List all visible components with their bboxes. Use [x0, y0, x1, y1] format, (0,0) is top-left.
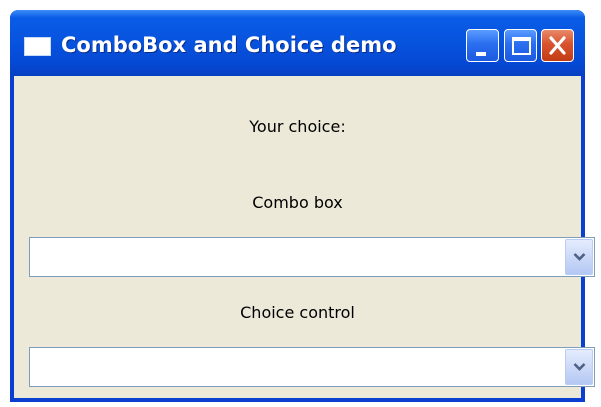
- choice-control[interactable]: [29, 347, 595, 387]
- minimize-button[interactable]: [466, 29, 499, 62]
- chevron-down-icon: [573, 253, 586, 261]
- close-button[interactable]: [541, 29, 574, 62]
- maximize-icon: [512, 37, 531, 55]
- close-icon: [549, 36, 566, 55]
- combo-box-label: Combo box: [252, 193, 343, 212]
- maximize-button[interactable]: [504, 29, 537, 62]
- window-icon[interactable]: [24, 37, 51, 56]
- chevron-down-icon: [573, 363, 586, 371]
- choice-control-label: Choice control: [240, 303, 355, 322]
- minimize-icon: [476, 52, 486, 56]
- title-bar[interactable]: ComboBox and Choice demo: [10, 10, 585, 76]
- combo-box[interactable]: [29, 237, 595, 277]
- window-title: ComboBox and Choice demo: [61, 33, 397, 57]
- combo-box-dropdown-button[interactable]: [565, 239, 593, 275]
- your-choice-label: Your choice:: [249, 117, 346, 136]
- choice-control-dropdown-button[interactable]: [565, 349, 593, 385]
